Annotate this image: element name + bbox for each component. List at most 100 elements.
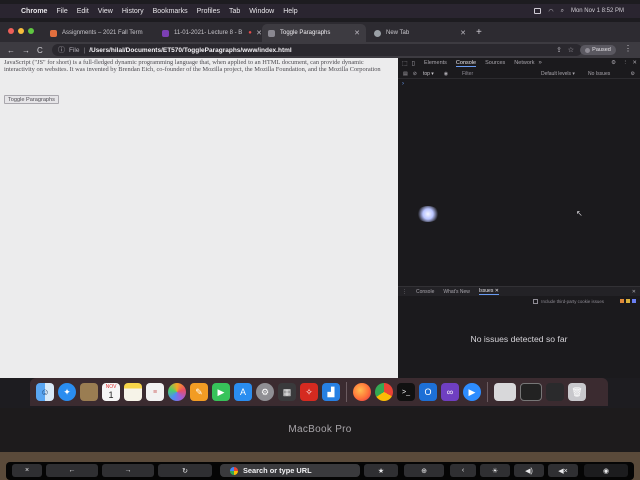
finder-icon[interactable]: ☺: [36, 383, 54, 401]
touchbar-esc-key[interactable]: ×: [12, 464, 42, 477]
console-prompt-chevron-icon[interactable]: ›: [402, 81, 404, 87]
drawer-menu-icon[interactable]: ⋮: [402, 289, 407, 295]
minimized-window-2-icon[interactable]: [520, 383, 542, 401]
menu-edit[interactable]: Edit: [77, 8, 89, 15]
touchbar-siri-icon[interactable]: ◉: [584, 464, 628, 477]
bookmark-star-icon[interactable]: ☆: [568, 46, 574, 54]
touchbar-expand-icon[interactable]: ‹: [450, 464, 476, 477]
menu-profiles[interactable]: Profiles: [197, 8, 220, 15]
menu-history[interactable]: History: [122, 8, 144, 15]
reminders-icon[interactable]: ≡: [146, 383, 164, 401]
address-bar[interactable]: ⓘ File | /Users/hilal/Documents/ET570/To…: [52, 44, 582, 56]
url-text[interactable]: /Users/hilal/Documents/ET570/ToggleParag…: [89, 47, 292, 54]
console-settings-gear-icon[interactable]: ⚙: [631, 71, 635, 77]
close-window-button[interactable]: [8, 28, 14, 34]
issues-counter[interactable]: No Issues: [588, 71, 610, 77]
drawer-tab-whats-new[interactable]: What's New: [443, 289, 470, 295]
tab-network[interactable]: Network: [514, 60, 534, 66]
facetime-icon[interactable]: ▶: [212, 383, 230, 401]
calculator-icon[interactable]: ▦: [278, 383, 296, 401]
touchbar-volume-icon[interactable]: ◀): [514, 464, 544, 477]
menu-view[interactable]: View: [98, 8, 113, 15]
touchbar-forward-icon[interactable]: →: [102, 464, 154, 477]
close-tab-icon[interactable]: ✕: [354, 29, 360, 37]
tab-console[interactable]: Console: [455, 60, 477, 67]
info-count-icon: [632, 299, 636, 303]
tab-new-tab[interactable]: New Tab ✕: [368, 24, 472, 42]
menu-file[interactable]: File: [56, 8, 67, 15]
reload-icon[interactable]: C: [37, 46, 43, 55]
drawer-tab-console[interactable]: Console: [416, 289, 434, 295]
touchbar-back-icon[interactable]: ←: [46, 464, 98, 477]
tab-toggle-paragraphs[interactable]: Toggle Paragraphs ✕: [262, 24, 366, 42]
tab-elements[interactable]: Elements: [424, 60, 447, 66]
menu-help[interactable]: Help: [283, 8, 297, 15]
settings-gear-icon[interactable]: ⚙: [611, 60, 616, 66]
devtools-menu-icon[interactable]: ⋮: [623, 60, 629, 66]
context-select[interactable]: top ▾: [423, 71, 434, 77]
new-tab-plus-icon[interactable]: +: [476, 27, 482, 38]
visual-studio-icon[interactable]: ∞: [441, 383, 459, 401]
touchbar-search-button[interactable]: Search or type URL: [220, 464, 360, 477]
keynote-icon[interactable]: ▟: [322, 383, 340, 401]
notes-folder-icon[interactable]: [80, 383, 98, 401]
battery-icon[interactable]: [534, 8, 542, 14]
menu-window[interactable]: Window: [249, 8, 274, 15]
log-levels-select[interactable]: Default levels ▾: [541, 71, 575, 77]
photos-icon[interactable]: [168, 383, 186, 401]
device-toolbar-icon[interactable]: ▯: [412, 60, 415, 67]
share-icon[interactable]: ⇪: [556, 46, 562, 54]
notes-icon[interactable]: [124, 383, 142, 401]
zoom-icon[interactable]: ▶: [463, 383, 481, 401]
tab-lecture[interactable]: 11-01-2021- Lecture 8 - B ● ✕: [156, 24, 268, 42]
trash-icon[interactable]: 🗑: [568, 383, 586, 401]
app-store-icon[interactable]: A: [234, 383, 252, 401]
touchbar-new-tab-icon[interactable]: ⊕: [404, 464, 444, 477]
tab-assignments[interactable]: Assignments – 2021 Fall Term: [44, 24, 152, 42]
chrome-menu-icon[interactable]: ⋮: [624, 44, 632, 53]
search-icon[interactable]: ⌕: [561, 8, 564, 15]
terminal-icon[interactable]: >_: [397, 383, 415, 401]
third-party-checkbox[interactable]: [533, 299, 539, 304]
forward-arrow-icon[interactable]: →: [22, 46, 30, 55]
info-icon[interactable]: ⓘ: [58, 45, 65, 55]
touchbar-brightness-icon[interactable]: ☀: [480, 464, 510, 477]
menu-chrome[interactable]: Chrome: [21, 8, 47, 15]
live-expression-eye-icon[interactable]: ◉: [444, 71, 448, 77]
menu-bookmarks[interactable]: Bookmarks: [153, 8, 188, 15]
touchbar-mute-icon[interactable]: ◀×: [548, 464, 578, 477]
minimized-window-3-icon[interactable]: [546, 383, 564, 401]
close-tab-icon[interactable]: ✕: [460, 29, 466, 37]
pages-icon[interactable]: ✎: [190, 383, 208, 401]
tab-sources[interactable]: Sources: [485, 60, 505, 66]
calendar-icon[interactable]: NOV 1: [102, 383, 120, 401]
close-drawer-icon[interactable]: ✕: [632, 289, 636, 295]
firefox-icon[interactable]: [353, 383, 371, 401]
minimize-window-button[interactable]: [18, 28, 24, 34]
acrobat-icon[interactable]: ✧: [300, 383, 318, 401]
outlook-icon[interactable]: O: [419, 383, 437, 401]
toggle-paragraphs-button[interactable]: Toggle Paragraphs: [4, 95, 59, 104]
menubar-clock[interactable]: Mon Nov 1 8:52 PM: [571, 8, 624, 14]
close-devtools-icon[interactable]: ✕: [632, 60, 637, 66]
profile-button[interactable]: Paused: [580, 45, 616, 55]
browser-toolbar: ← → C ⓘ File | /Users/hilal/Documents/ET…: [0, 42, 640, 58]
wifi-icon[interactable]: ◠: [548, 8, 553, 15]
zoom-window-button[interactable]: [28, 28, 34, 34]
safari-icon[interactable]: ✦: [58, 383, 76, 401]
drawer-tab-issues[interactable]: Issues ✕: [478, 288, 499, 295]
system-preferences-icon[interactable]: ⚙: [256, 383, 274, 401]
tab-label: Toggle Paragraphs: [280, 30, 331, 36]
console-filter-input[interactable]: Filter: [462, 71, 532, 77]
touchbar-bookmark-icon[interactable]: ★: [364, 464, 398, 477]
menu-tab[interactable]: Tab: [229, 8, 240, 15]
console-toolbar: ▤ ⊘ top ▾ ◉ Filter Default levels ▾ No I…: [398, 69, 640, 79]
back-arrow-icon[interactable]: ←: [7, 46, 15, 55]
sidebar-toggle-icon[interactable]: ▤: [403, 71, 408, 77]
touchbar-reload-icon[interactable]: ↻: [158, 464, 212, 477]
chrome-icon[interactable]: [375, 383, 393, 401]
clear-console-icon[interactable]: ⊘: [413, 71, 417, 77]
inspect-element-icon[interactable]: ⬚: [402, 60, 408, 67]
more-tabs-chevron-icon[interactable]: »: [538, 60, 541, 66]
minimized-window-1-icon[interactable]: [494, 383, 516, 401]
